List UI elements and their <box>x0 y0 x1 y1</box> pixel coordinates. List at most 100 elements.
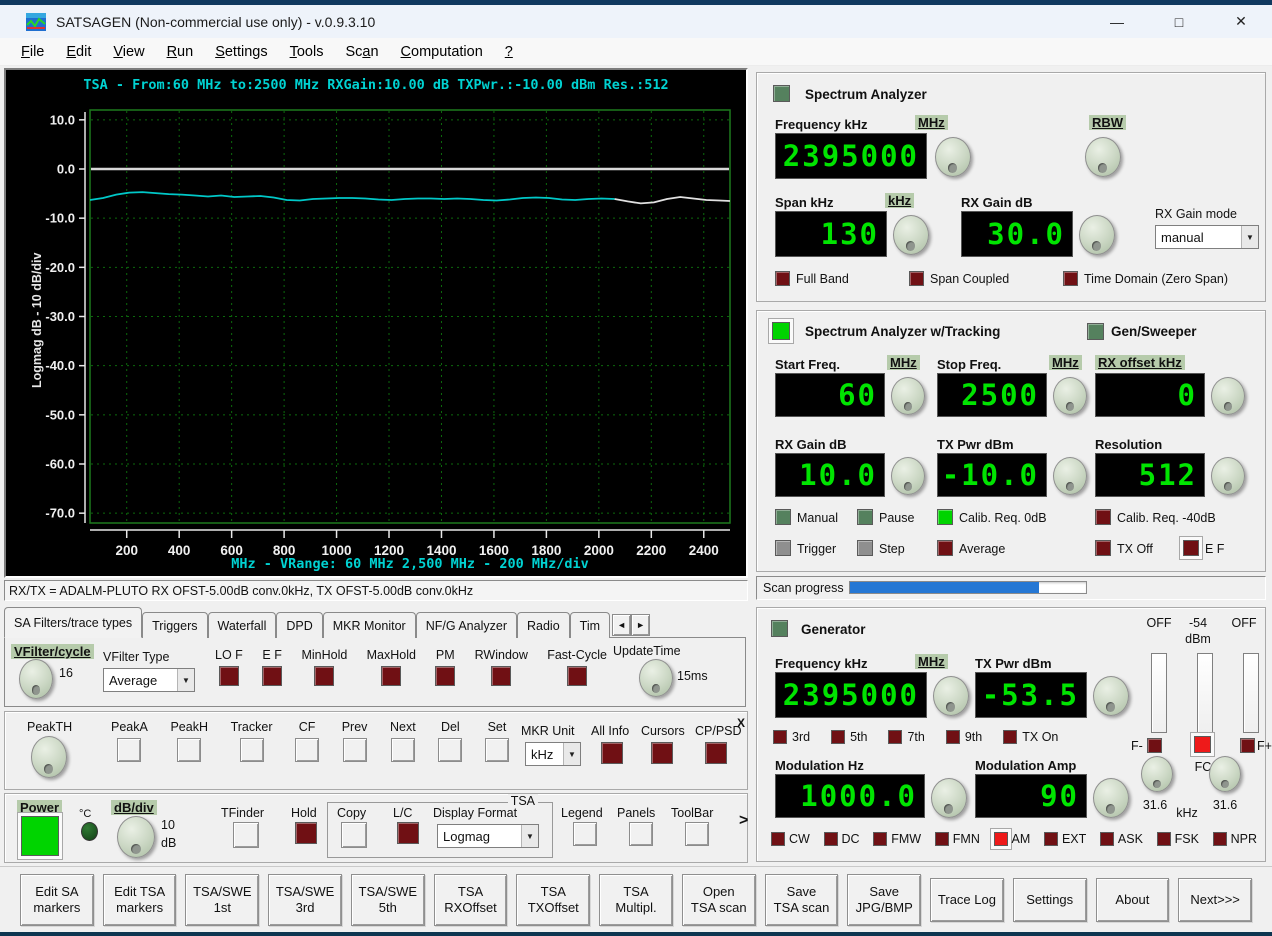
span-unit-button[interactable]: kHz <box>885 193 915 208</box>
marker-panel-close-icon[interactable]: X <box>737 716 745 730</box>
vfilter-cycle-label[interactable]: VFilter/cycle <box>11 644 94 659</box>
fsk-checkbox[interactable] <box>1156 832 1171 846</box>
menu-tools[interactable]: Tools <box>279 41 335 63</box>
full-band-checkbox[interactable] <box>775 271 790 286</box>
trk-rx-gain-knob[interactable] <box>891 457 925 495</box>
lo-f-indicator[interactable] <box>218 666 239 686</box>
menu-computation[interactable]: Computation <box>390 41 494 63</box>
button-about[interactable]: About <box>1095 877 1170 922</box>
gen-tx-pwr-display[interactable]: -53.5 <box>975 672 1087 718</box>
button-tsa-swe-5th[interactable]: TSA/SWE 5th <box>350 873 425 926</box>
npr-checkbox[interactable] <box>1212 832 1227 846</box>
spectrum-analyzer-checkbox[interactable] <box>773 85 790 102</box>
menu-help[interactable]: ? <box>494 41 524 63</box>
tab-nf-g-analyzer[interactable]: NF/G Analyzer <box>415 612 517 638</box>
panels-button[interactable] <box>629 822 653 846</box>
hold-checkbox[interactable] <box>295 822 317 844</box>
button-tsa-multipl[interactable]: TSA Multipl. <box>599 873 673 926</box>
button-edit-tsa-markers[interactable]: Edit TSA markers <box>102 873 177 926</box>
button-save-jpg-bmp[interactable]: Save JPG/BMP <box>847 873 922 926</box>
rx-gain-mode-select[interactable]: manual ▼ <box>1155 225 1259 249</box>
modulation-amp-knob[interactable] <box>1093 778 1129 818</box>
7th-checkbox[interactable] <box>888 730 903 744</box>
vfilter-type-select[interactable]: Average ▼ <box>103 668 195 692</box>
frequency-unit-button[interactable]: MHz <box>915 115 948 130</box>
calib-40db-checkbox[interactable] <box>1095 509 1111 525</box>
dc-checkbox[interactable] <box>823 832 838 846</box>
tab-waterfall[interactable]: Waterfall <box>207 612 277 638</box>
tab-scroll-right-icon[interactable]: ► <box>631 614 651 636</box>
minhold-indicator[interactable] <box>314 666 335 686</box>
span-coupled-checkbox[interactable] <box>909 271 924 286</box>
button-trace-log[interactable]: Trace Log <box>930 877 1004 922</box>
button-settings[interactable]: Settings <box>1012 877 1087 922</box>
button-next[interactable]: Next>>> <box>1178 877 1253 922</box>
rbw-knob[interactable] <box>1085 137 1121 177</box>
ext-checkbox[interactable] <box>1043 832 1058 846</box>
db-div-label[interactable]: dB/div <box>111 800 157 815</box>
3rd-checkbox[interactable] <box>773 730 787 744</box>
button-tsa-rxoffset[interactable]: TSA RXOffset <box>433 873 508 926</box>
tab-scroll-left-icon[interactable]: ◄ <box>612 614 632 636</box>
maximize-icon[interactable]: □ <box>1148 5 1210 38</box>
ef-checkbox[interactable] <box>1183 540 1199 556</box>
menu-scan[interactable]: Scan <box>334 41 389 63</box>
del-button[interactable] <box>438 738 463 762</box>
rbw-label[interactable]: RBW <box>1089 115 1127 130</box>
cp-psd-checkbox[interactable] <box>705 742 727 764</box>
rx-offset-knob[interactable] <box>1211 377 1245 415</box>
tfinder-button[interactable] <box>233 822 259 848</box>
chevron-down-icon[interactable]: ▼ <box>521 825 538 847</box>
tab-dpd[interactable]: DPD <box>276 612 323 638</box>
prev-button[interactable] <box>342 738 367 762</box>
f-minus-knob[interactable] <box>1141 756 1173 792</box>
time-domain-checkbox[interactable] <box>1063 271 1078 286</box>
chevron-down-icon[interactable]: ▼ <box>1241 226 1258 248</box>
gen-frequency-knob[interactable] <box>933 676 969 716</box>
step-checkbox[interactable] <box>857 540 873 556</box>
fast-cycle-indicator[interactable] <box>567 666 588 686</box>
gen-sweeper-checkbox[interactable] <box>1087 323 1104 340</box>
tracker-button[interactable] <box>239 738 264 762</box>
frequency-display[interactable]: 2395000 <box>775 133 927 179</box>
menu-file[interactable]: File <box>10 41 55 63</box>
chevron-down-icon[interactable]: ▼ <box>563 743 580 765</box>
9th-checkbox[interactable] <box>945 730 960 744</box>
toolbar-button[interactable] <box>685 822 709 846</box>
tx-off-checkbox[interactable] <box>1095 540 1111 556</box>
f-plus-knob[interactable] <box>1209 756 1241 792</box>
calib-0db-checkbox[interactable] <box>937 509 953 525</box>
f-minus-checkbox[interactable] <box>1147 738 1162 753</box>
start-freq-knob[interactable] <box>891 377 925 415</box>
span-knob[interactable] <box>893 215 929 255</box>
tx-pwr-knob[interactable] <box>1053 457 1087 495</box>
tab-triggers[interactable]: Triggers <box>142 612 208 638</box>
power-button[interactable] <box>21 816 59 856</box>
menu-run[interactable]: Run <box>156 41 205 63</box>
display-format-select[interactable]: Logmag ▼ <box>437 824 539 848</box>
resolution-knob[interactable] <box>1211 457 1245 495</box>
stop-freq-display[interactable]: 2500 <box>937 373 1047 417</box>
next-button[interactable] <box>390 738 415 762</box>
button-tsa-swe-1st[interactable]: TSA/SWE 1st <box>185 873 260 926</box>
modulation-amp-display[interactable]: 90 <box>975 774 1087 818</box>
menu-view[interactable]: View <box>102 41 155 63</box>
pm-indicator[interactable] <box>435 666 456 686</box>
tab-mkr-monitor[interactable]: MKR Monitor <box>322 612 416 638</box>
legend-button[interactable] <box>573 822 597 846</box>
rx-offset-label[interactable]: RX offset kHz <box>1095 355 1185 370</box>
peaka-button[interactable] <box>117 738 142 762</box>
e-f-indicator[interactable] <box>262 666 283 686</box>
peak-th-knob[interactable] <box>31 736 67 778</box>
start-freq-display[interactable]: 60 <box>775 373 885 417</box>
chevron-down-icon[interactable]: ▼ <box>177 669 194 691</box>
5th-checkbox[interactable] <box>831 730 846 744</box>
average-checkbox[interactable] <box>937 540 953 556</box>
rx-gain-knob[interactable] <box>1079 215 1115 255</box>
peakh-button[interactable] <box>177 738 202 762</box>
menu-edit[interactable]: Edit <box>55 41 102 63</box>
fmn-checkbox[interactable] <box>934 832 949 846</box>
button-open-tsa-scan[interactable]: Open TSA scan <box>681 873 756 926</box>
close-icon[interactable]: ✕ <box>1210 5 1272 38</box>
modulation-hz-knob[interactable] <box>931 778 967 818</box>
